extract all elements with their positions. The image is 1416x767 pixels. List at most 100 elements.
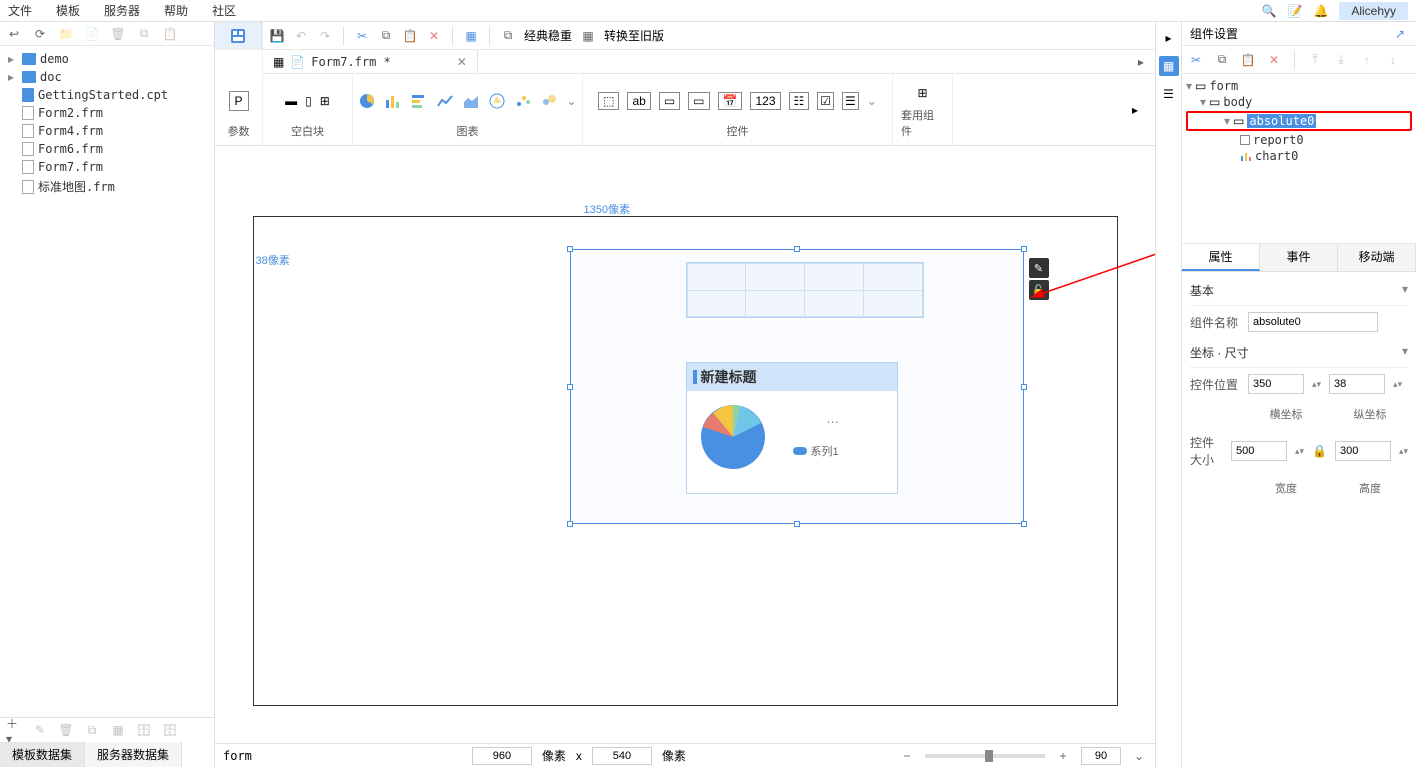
comp-paste-icon[interactable]: 📋 xyxy=(1240,52,1256,68)
spinner-icon[interactable]: ▴▾ xyxy=(1295,446,1304,457)
paste-icon[interactable]: 📋 xyxy=(162,26,178,42)
control-tree-icon[interactable]: ☷ xyxy=(789,92,810,110)
canvas-area[interactable]: 1350像素 38像素 ✎ 🔓 xyxy=(215,146,1155,743)
unlock-component-icon[interactable]: 🔓 xyxy=(1029,280,1049,300)
selected-absolute-container[interactable]: ✎ 🔓 新建标题 xyxy=(570,249,1024,524)
pin-icon[interactable]: ↗ xyxy=(1392,26,1408,42)
tree-file-form6[interactable]: Form6.frm xyxy=(0,140,214,158)
tree-folder-demo[interactable]: ▸demo xyxy=(0,50,214,68)
home-tab-button[interactable] xyxy=(215,22,262,50)
tab-events[interactable]: 事件 xyxy=(1260,244,1338,271)
resize-handle-mr[interactable] xyxy=(1021,384,1027,390)
control-text-icon[interactable]: ⬚ xyxy=(598,92,619,110)
resize-handle-tc[interactable] xyxy=(794,246,800,252)
menu-community[interactable]: 社区 xyxy=(212,2,236,19)
paste-tb-icon[interactable]: 📋 xyxy=(402,28,418,44)
new-file-icon[interactable]: 📄 xyxy=(84,26,100,42)
refresh-icon[interactable]: ⟳ xyxy=(32,26,48,42)
tree-body[interactable]: ▾▭body xyxy=(1182,94,1416,110)
height-input[interactable] xyxy=(1335,441,1391,461)
control-list-icon[interactable]: ☰ xyxy=(842,92,859,110)
copy-dataset-icon[interactable]: ⧉ xyxy=(84,722,100,738)
strip-expand-icon[interactable]: ▸ xyxy=(1159,28,1179,48)
grid-icon[interactable]: ▦ xyxy=(463,28,479,44)
db-icon[interactable]: 🗄 xyxy=(136,722,152,738)
ribbon-collapse-icon[interactable]: ▸ xyxy=(1132,103,1138,117)
move-down-icon[interactable]: ↓ xyxy=(1385,52,1401,68)
pos-x-input[interactable] xyxy=(1248,374,1304,394)
comp-delete-icon[interactable]: ✕ xyxy=(1266,52,1282,68)
resize-handle-bl[interactable] xyxy=(567,521,573,527)
chart-more-icon[interactable]: ⋯ xyxy=(827,415,839,429)
control-date-icon[interactable]: 📅 xyxy=(718,92,743,110)
move-top-icon[interactable]: ⤒ xyxy=(1307,52,1323,68)
tree-folder-doc[interactable]: ▸doc xyxy=(0,68,214,86)
file-tab-form7[interactable]: ▦ 📄 Form7.frm * ✕ xyxy=(263,50,478,73)
classic-theme-button[interactable]: 经典稳重 xyxy=(524,27,572,44)
note-icon[interactable]: 📝 xyxy=(1287,3,1303,19)
save-icon[interactable]: 💾 xyxy=(269,28,285,44)
tree-absolute0[interactable]: ▾▭absolute0 xyxy=(1186,111,1412,131)
zoom-in-icon[interactable]: + xyxy=(1055,748,1071,764)
param-icon[interactable]: P xyxy=(229,91,249,111)
control-button-icon[interactable]: ▭ xyxy=(659,92,680,110)
delete-dataset-icon[interactable]: 🗑 xyxy=(58,722,74,738)
reuse-comp-icon[interactable]: ⊞ xyxy=(917,86,927,100)
control-check-icon[interactable]: ☑ xyxy=(817,92,834,110)
blank-block2-icon[interactable]: ▯ xyxy=(305,94,312,108)
tree-file-map[interactable]: 标准地图.frm xyxy=(0,176,214,197)
copy-tb-icon[interactable]: ⧉ xyxy=(378,28,394,44)
line-chart-icon[interactable] xyxy=(436,92,454,110)
tree-file-form4[interactable]: Form4.frm xyxy=(0,122,214,140)
canvas-height-input[interactable] xyxy=(592,747,652,765)
resize-handle-bc[interactable] xyxy=(794,521,800,527)
tab-template-dataset[interactable]: 模板数据集 xyxy=(0,742,85,767)
form-canvas[interactable]: 1350像素 38像素 ✎ 🔓 xyxy=(253,216,1118,706)
zoom-input[interactable] xyxy=(1081,747,1121,765)
move-up-icon[interactable]: ↑ xyxy=(1359,52,1375,68)
radar-chart-icon[interactable] xyxy=(488,92,506,110)
resize-handle-br[interactable] xyxy=(1021,521,1027,527)
strip-layers-icon[interactable]: ☰ xyxy=(1159,84,1179,104)
convert-old-button[interactable]: 转换至旧版 xyxy=(604,27,664,44)
spinner-icon[interactable]: ▴▾ xyxy=(1399,446,1408,457)
comp-cut-icon[interactable]: ✂ xyxy=(1188,52,1204,68)
control-digit-icon[interactable]: 123 xyxy=(750,92,780,110)
tree-chart0[interactable]: chart0 xyxy=(1182,148,1416,164)
component-name-input[interactable] xyxy=(1248,312,1378,332)
pie-chart-icon[interactable] xyxy=(358,92,376,110)
bell-icon[interactable]: 🔔 xyxy=(1313,3,1329,19)
spinner-icon[interactable]: ▴▾ xyxy=(1393,379,1402,390)
clone-icon[interactable]: ⧉ xyxy=(500,28,516,44)
blank-block1-icon[interactable]: ▬ xyxy=(285,94,297,108)
blank-block3-icon[interactable]: ⊞ xyxy=(320,94,330,108)
zoom-out-icon[interactable]: − xyxy=(899,748,915,764)
zoom-slider[interactable] xyxy=(925,754,1045,758)
chart-block[interactable]: 新建标题 ⋯ xyxy=(686,362,898,494)
resize-handle-tr[interactable] xyxy=(1021,246,1027,252)
resize-handle-ml[interactable] xyxy=(567,384,573,390)
convert-icon[interactable]: ▦ xyxy=(580,28,596,44)
basic-section-header[interactable]: 基本▾ xyxy=(1190,276,1408,306)
tab-properties[interactable]: 属性 xyxy=(1182,244,1260,271)
tab-menu-icon[interactable]: ▸ xyxy=(1133,54,1149,70)
comp-copy-icon[interactable]: ⧉ xyxy=(1214,52,1230,68)
delete-icon[interactable]: 🗑 xyxy=(110,26,126,42)
search-icon[interactable]: 🔍 xyxy=(1261,3,1277,19)
edit-component-icon[interactable]: ✎ xyxy=(1029,258,1049,278)
zoom-dropdown-icon[interactable]: ⌄ xyxy=(1131,748,1147,764)
menu-help[interactable]: 帮助 xyxy=(164,2,188,19)
bar-chart-icon[interactable] xyxy=(384,92,402,110)
area-chart-icon[interactable] xyxy=(462,92,480,110)
preview-dataset-icon[interactable]: ▦ xyxy=(110,722,126,738)
edit-dataset-icon[interactable]: ✎ xyxy=(32,722,48,738)
chart-dropdown-icon[interactable]: ⌄ xyxy=(566,94,576,108)
width-input[interactable] xyxy=(1231,441,1287,461)
delete-tb-icon[interactable]: ✕ xyxy=(426,28,442,44)
bubble-chart-icon[interactable] xyxy=(540,92,558,110)
menu-template[interactable]: 模板 xyxy=(56,2,80,19)
tab-mobile[interactable]: 移动端 xyxy=(1338,244,1416,271)
new-folder-icon[interactable]: 📁 xyxy=(58,26,74,42)
canvas-width-input[interactable] xyxy=(472,747,532,765)
tree-file-form2[interactable]: Form2.frm xyxy=(0,104,214,122)
